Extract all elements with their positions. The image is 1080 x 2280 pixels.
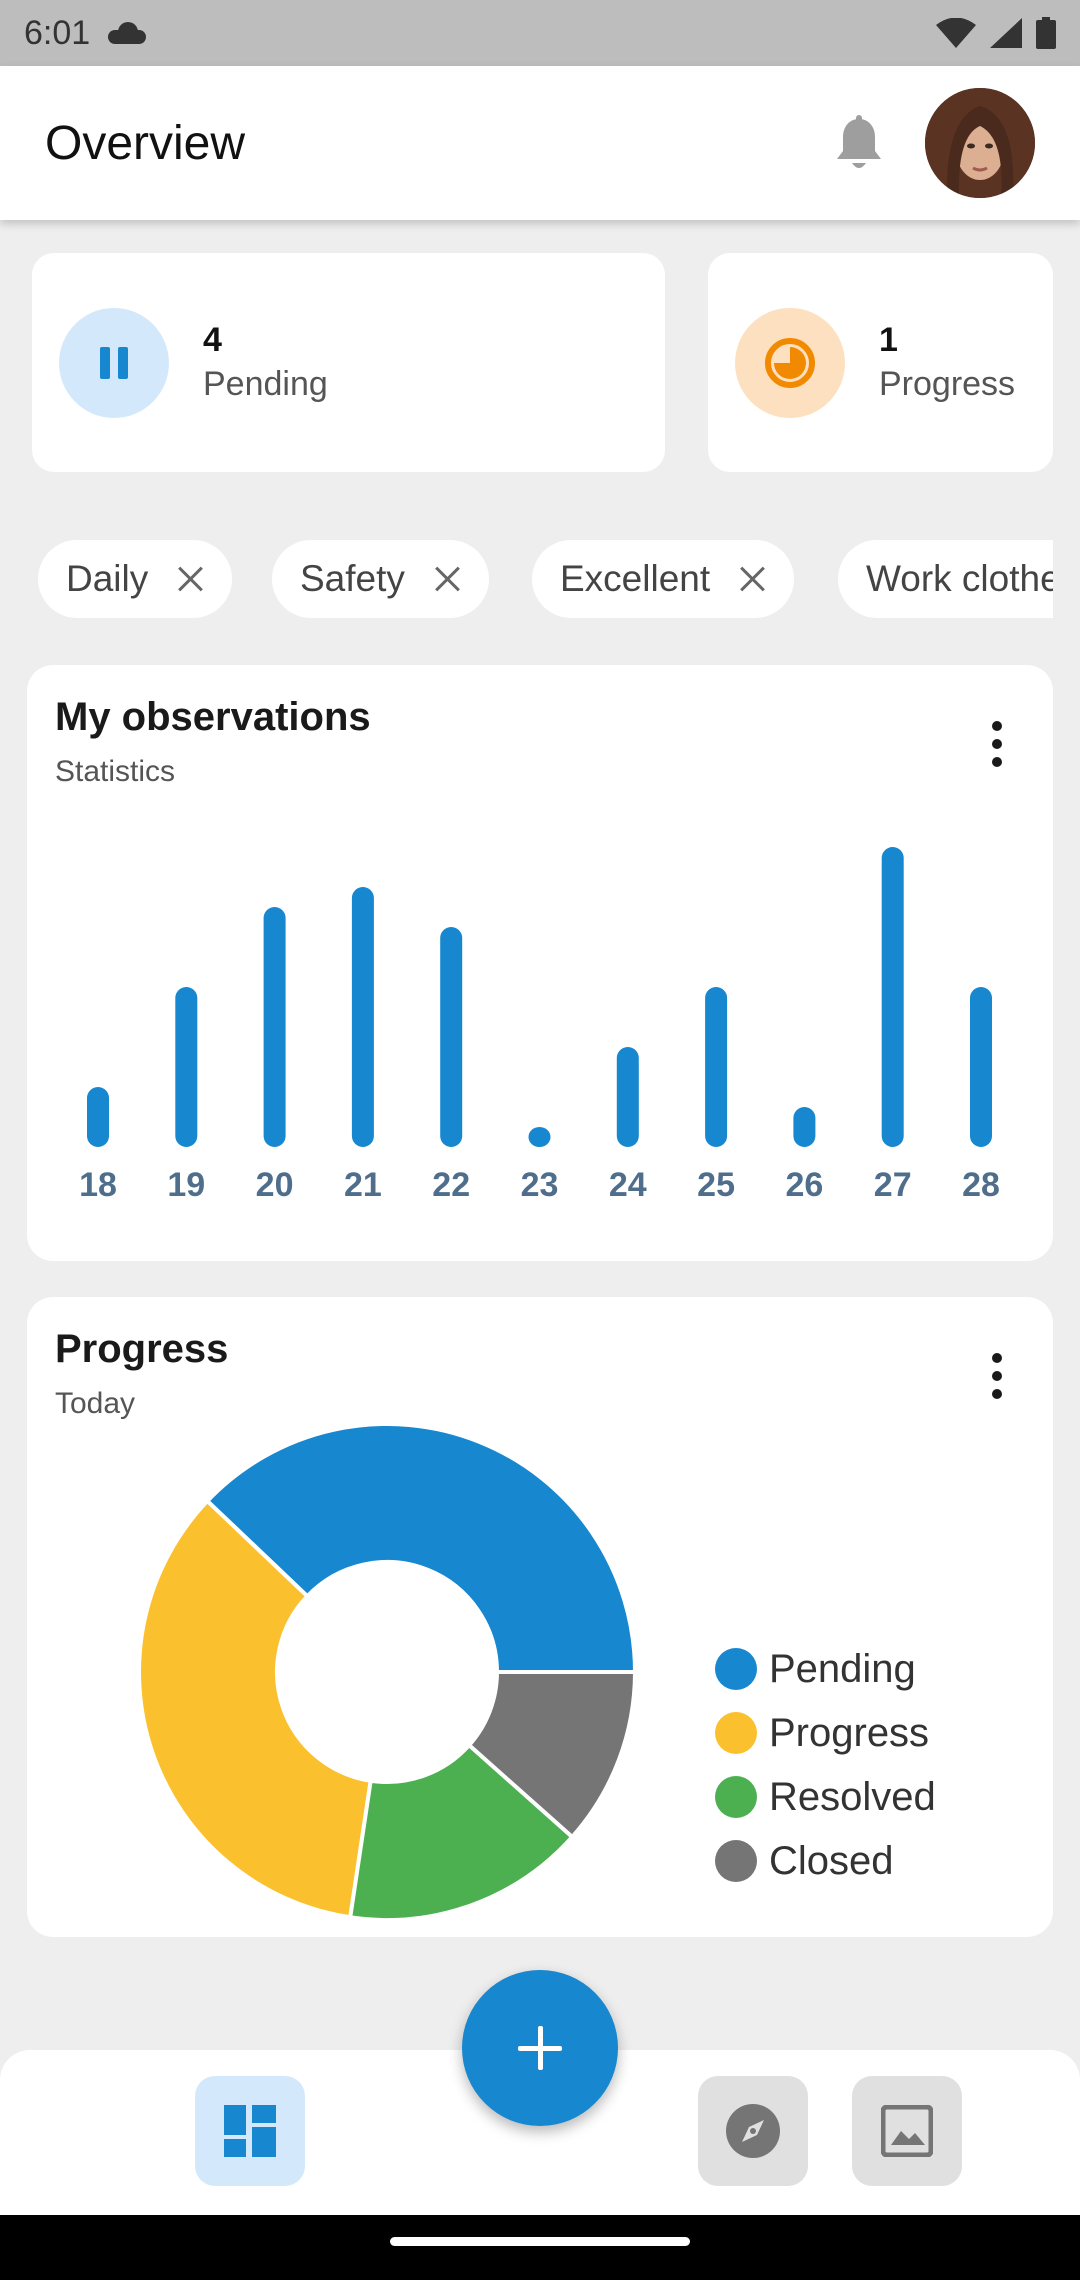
- legend-label: Pending: [769, 1646, 916, 1691]
- notification-bell-icon[interactable]: [833, 115, 885, 171]
- bar-18[interactable]: [87, 1087, 109, 1147]
- bar-27[interactable]: [881, 847, 904, 1147]
- legend-dot: [715, 1776, 757, 1818]
- page-title: Overview: [45, 116, 246, 170]
- chart-legend: Pending Progress Resolved Closed: [715, 1637, 936, 1893]
- status-icons: [936, 17, 1056, 49]
- progress-card: Progress Today Pending Progress Resolved Cl…: [27, 1297, 1053, 1937]
- close-icon[interactable]: [433, 565, 461, 593]
- bar-19[interactable]: [175, 987, 198, 1147]
- legend-item-progress: Progress: [715, 1701, 936, 1765]
- home-indicator[interactable]: [390, 2237, 690, 2246]
- progress-clock-icon: [735, 307, 845, 418]
- plus-icon: [518, 2026, 562, 2070]
- avatar[interactable]: [925, 88, 1035, 198]
- stat-card-pending[interactable]: 4 Pending: [32, 253, 665, 472]
- nav-explore[interactable]: [698, 2076, 808, 2186]
- legend-item-closed: Closed: [715, 1829, 936, 1893]
- stats-row: 4 Pending 1 Progress: [0, 253, 1080, 473]
- bar-26[interactable]: [793, 1107, 816, 1147]
- bar-chart: 18 19 20 21 22 23 24 25 26 27 28: [79, 847, 1000, 1204]
- bar-label: 18: [79, 1166, 117, 1204]
- battery-icon: [1036, 17, 1056, 49]
- avatar-photo: [925, 88, 1035, 198]
- legend-label: Progress: [769, 1710, 930, 1755]
- bar-label: 21: [344, 1166, 382, 1204]
- bar-23[interactable]: [528, 1127, 551, 1147]
- observations-card: My observations Statistics 18 19 20 21 22 23 2…: [27, 665, 1053, 1261]
- bar-label: 22: [432, 1166, 470, 1204]
- stat-count: 4: [203, 320, 222, 359]
- bar-label: 28: [962, 1166, 1000, 1204]
- chip-label: Excellent: [560, 558, 711, 599]
- legend-dot: [715, 1648, 757, 1690]
- stat-label: Progress: [879, 364, 1016, 403]
- bar-24[interactable]: [616, 1047, 639, 1147]
- dashboard-icon: [224, 2105, 276, 2157]
- gesture-bar: [0, 2215, 1080, 2280]
- legend-item-pending: Pending: [715, 1637, 936, 1701]
- card-subtitle: Today: [55, 1387, 136, 1420]
- nav-dashboard[interactable]: [195, 2076, 305, 2186]
- bar-28[interactable]: [970, 987, 992, 1147]
- legend-item-resolved: Resolved: [715, 1765, 936, 1829]
- legend-dot: [715, 1840, 757, 1882]
- status-bar: 6:01: [0, 0, 1080, 66]
- wifi-icon: [936, 18, 976, 48]
- bar-label: 26: [785, 1166, 823, 1204]
- bar-20[interactable]: [263, 907, 286, 1147]
- bar-label: 20: [256, 1166, 294, 1204]
- bar-label: 23: [521, 1166, 559, 1204]
- chip-label: Daily: [66, 558, 149, 599]
- stat-label: Pending: [203, 364, 328, 403]
- bar-25[interactable]: [705, 987, 728, 1147]
- signal-icon: [990, 18, 1022, 48]
- bar-label: 25: [697, 1166, 735, 1204]
- close-icon[interactable]: [176, 565, 204, 593]
- more-vert-icon[interactable]: [991, 1353, 1003, 1399]
- cloud-icon: [108, 22, 147, 44]
- chip-label: Safety: [300, 558, 405, 599]
- filter-chips: Daily Safety Excellent Work clothe: [38, 540, 1053, 620]
- filter-chip[interactable]: Safety: [272, 540, 489, 618]
- filter-chip[interactable]: Excellent: [532, 540, 795, 618]
- legend-label: Resolved: [769, 1774, 936, 1819]
- bar-label: 27: [874, 1166, 912, 1204]
- pause-icon: [59, 307, 169, 418]
- close-icon[interactable]: [738, 565, 766, 593]
- bar-22[interactable]: [440, 927, 463, 1147]
- filter-chip[interactable]: Daily: [38, 540, 233, 618]
- nav-gallery[interactable]: [852, 2076, 962, 2186]
- stat-card-progress[interactable]: 1 Progress: [708, 253, 1053, 472]
- stat-count: 1: [879, 320, 898, 359]
- explore-icon: [726, 2104, 780, 2158]
- legend-dot: [715, 1712, 757, 1754]
- add-observation-button[interactable]: [462, 1970, 618, 2126]
- bar-21[interactable]: [351, 887, 374, 1147]
- image-icon: [881, 2105, 933, 2157]
- app-bar: Overview: [0, 66, 1080, 220]
- donut-chart: [137, 1422, 638, 1922]
- bar-label: 24: [609, 1166, 647, 1204]
- chip-label: Work clothe: [866, 558, 1053, 599]
- filter-chip[interactable]: Work clothe: [838, 540, 1053, 618]
- card-title: Progress: [55, 1327, 229, 1371]
- status-time: 6:01: [24, 13, 91, 52]
- bar-label: 19: [167, 1166, 205, 1204]
- legend-label: Closed: [769, 1838, 894, 1883]
